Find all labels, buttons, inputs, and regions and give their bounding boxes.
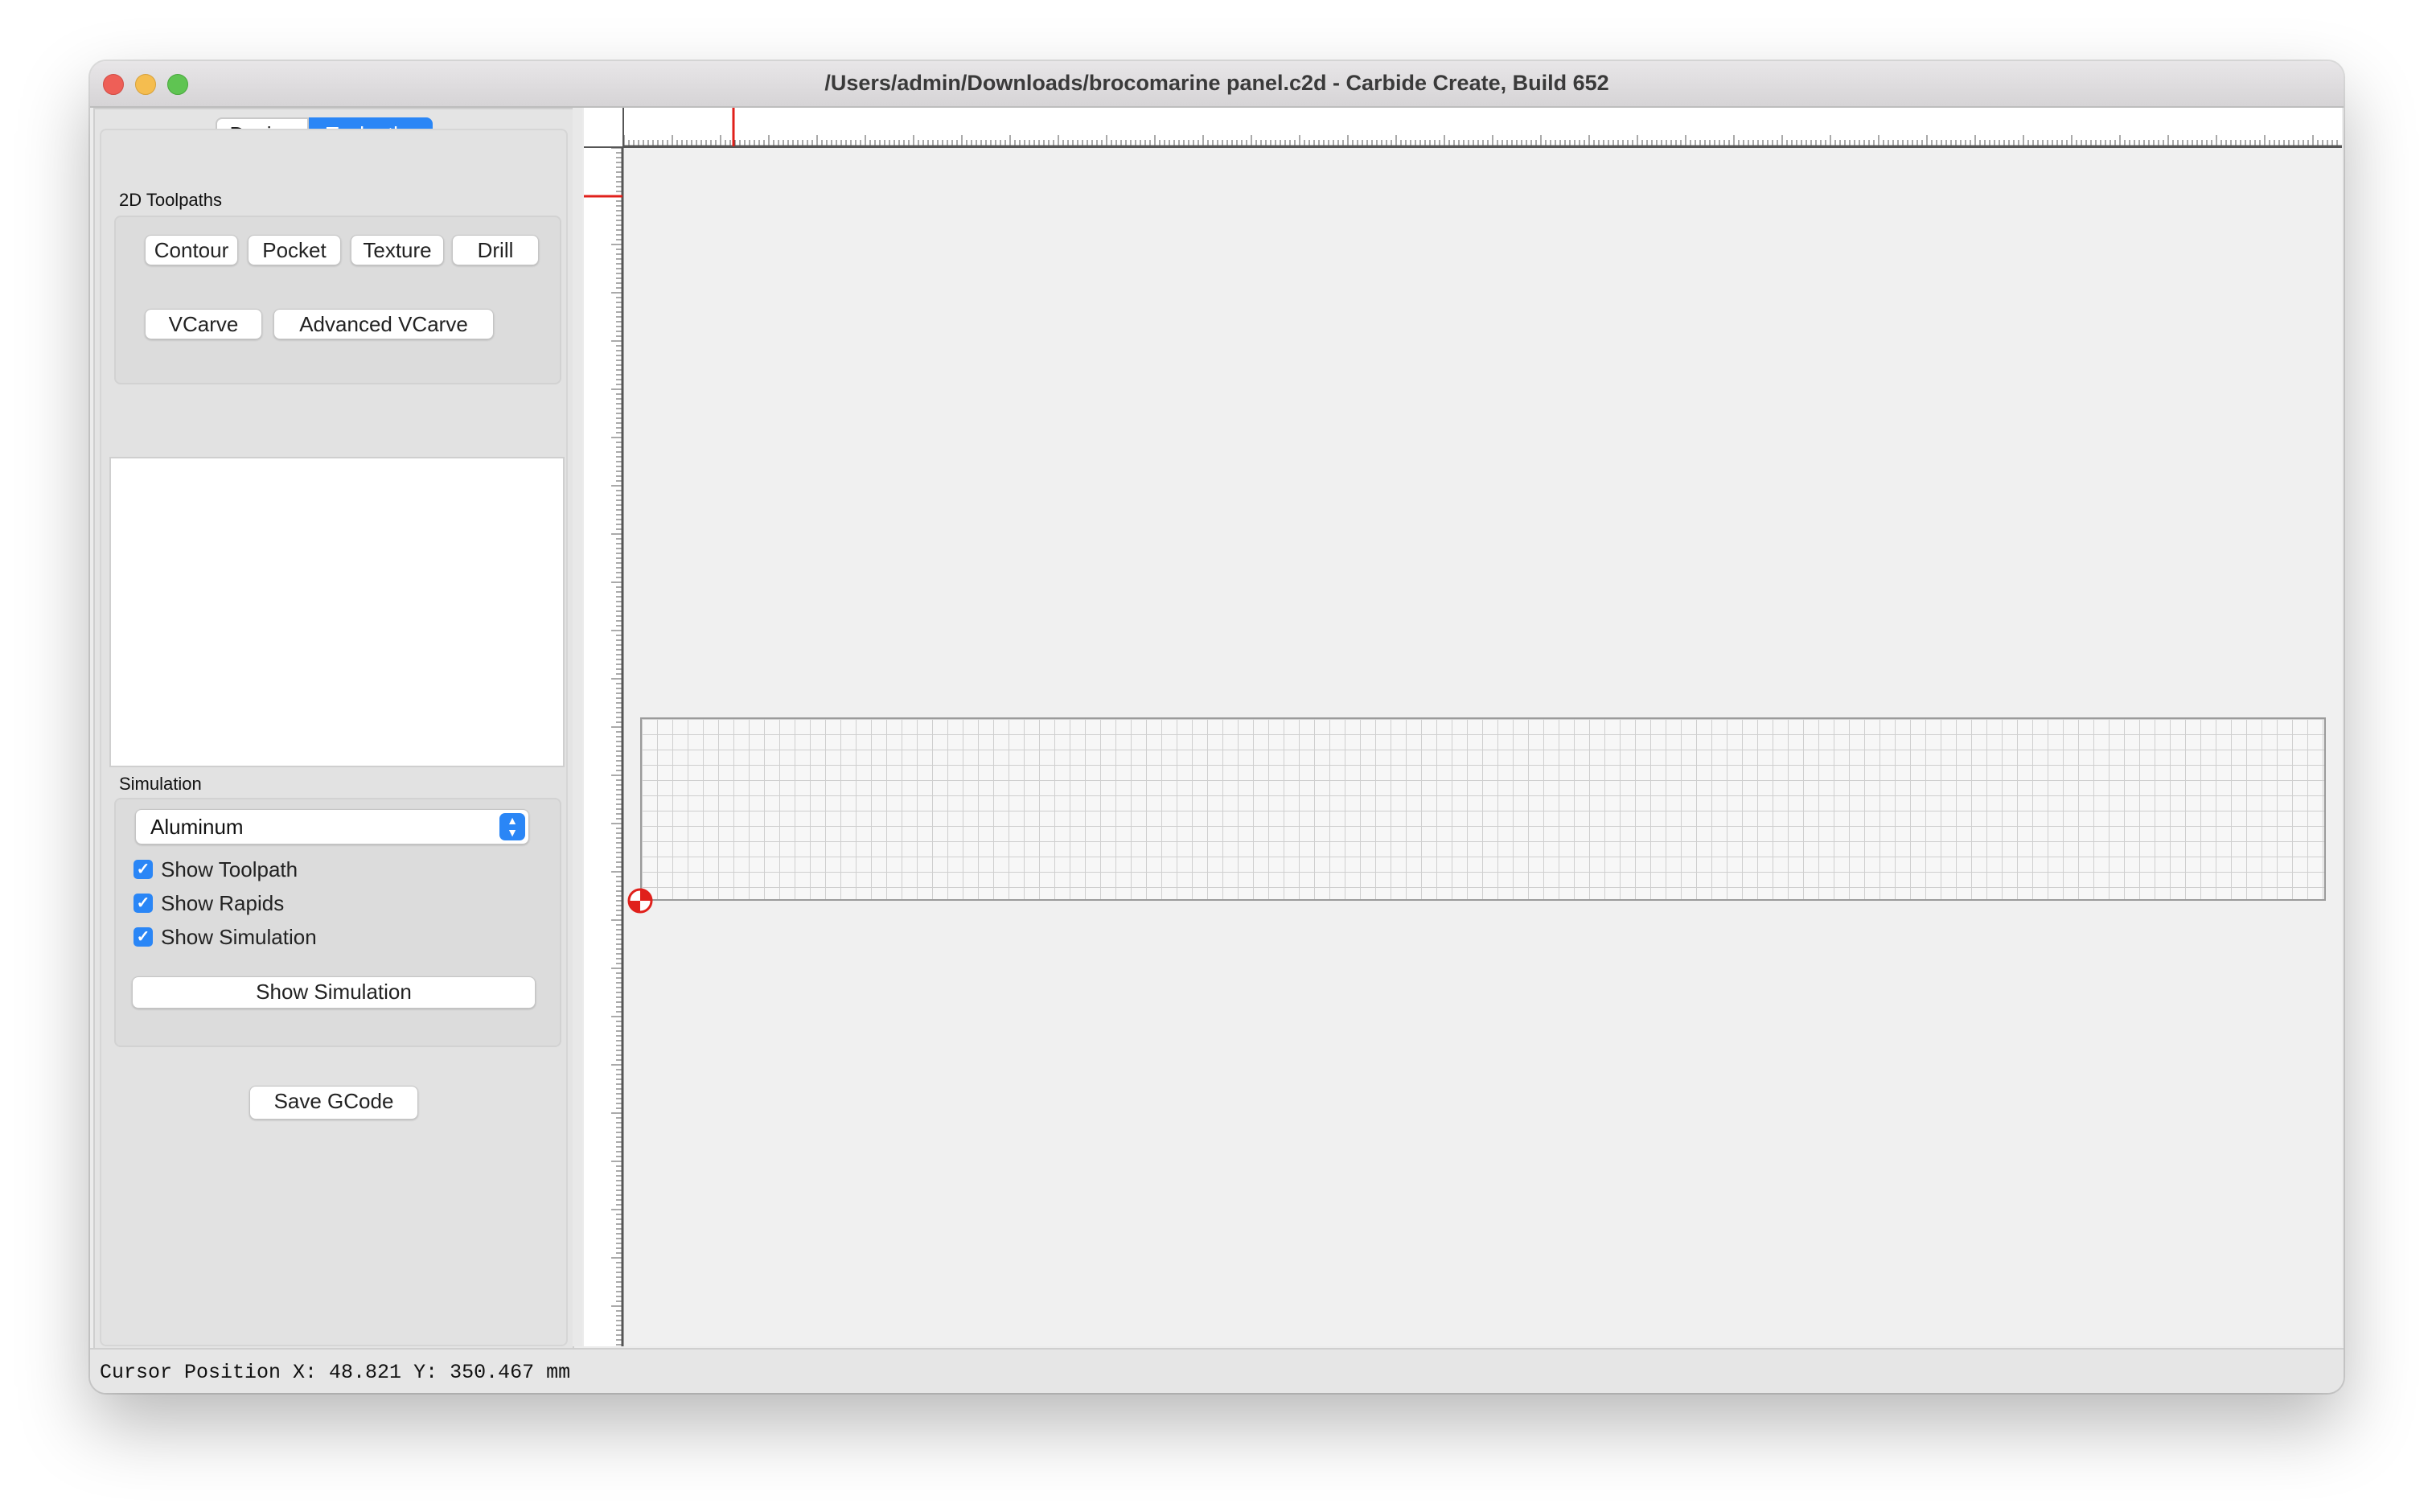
advanced-vcarve-button[interactable]: Advanced VCarve <box>273 309 494 339</box>
vcarve-button[interactable]: VCarve <box>145 309 262 339</box>
design-canvas[interactable] <box>584 108 2342 1346</box>
window-title: /Users/admin/Downloads/brocomarine panel… <box>824 71 1609 95</box>
material-select-value: Aluminum <box>150 815 244 839</box>
toolpath-list[interactable] <box>109 457 565 767</box>
left-panel: Design Toolpaths 2D Toolpaths Contour Po… <box>93 108 574 1350</box>
save-gcode-button[interactable]: Save GCode <box>249 1086 418 1120</box>
status-bar: Cursor Position X: 48.821 Y: 350.467 mm <box>90 1348 2344 1393</box>
horizontal-ruler <box>584 108 2342 148</box>
chevron-updown-icon: ▲ ▼ <box>499 813 525 840</box>
checkbox-checked-icon[interactable]: ✓ <box>134 927 153 947</box>
show-simulation-checkbox-row[interactable]: ✓ Show Simulation <box>134 923 317 951</box>
stock-area <box>640 717 2326 901</box>
checkbox-checked-icon[interactable]: ✓ <box>134 894 153 913</box>
contour-button[interactable]: Contour <box>145 235 238 265</box>
pocket-button[interactable]: Pocket <box>248 235 341 265</box>
toolpaths-2d-group: Contour Pocket Texture Drill VCarve Adva… <box>114 216 561 384</box>
title-bar: /Users/admin/Downloads/brocomarine panel… <box>90 61 2344 108</box>
checkbox-checked-icon[interactable]: ✓ <box>134 860 153 879</box>
origin-marker-icon <box>627 888 653 914</box>
show-toolpath-label: Show Toolpath <box>161 857 298 881</box>
show-simulation-button[interactable]: Show Simulation <box>132 976 536 1009</box>
vertical-ruler <box>584 108 624 1346</box>
show-rapids-checkbox-row[interactable]: ✓ Show Rapids <box>134 890 284 917</box>
section-label-2d-toolpaths: 2D Toolpaths <box>119 190 223 210</box>
app-window: /Users/admin/Downloads/brocomarine panel… <box>90 61 2344 1393</box>
show-toolpath-checkbox-row[interactable]: ✓ Show Toolpath <box>134 856 298 883</box>
show-rapids-label: Show Rapids <box>161 890 285 915</box>
show-simulation-label: Show Simulation <box>161 924 317 949</box>
splitter-handle[interactable] <box>573 108 582 1346</box>
ruler-corner <box>584 108 624 148</box>
section-label-simulation: Simulation <box>119 774 202 794</box>
material-select[interactable]: Aluminum ▲ ▼ <box>135 809 529 844</box>
texture-button[interactable]: Texture <box>351 235 444 265</box>
drill-button[interactable]: Drill <box>452 235 539 265</box>
cursor-position-readout: Cursor Position X: 48.821 Y: 350.467 mm <box>100 1361 571 1384</box>
